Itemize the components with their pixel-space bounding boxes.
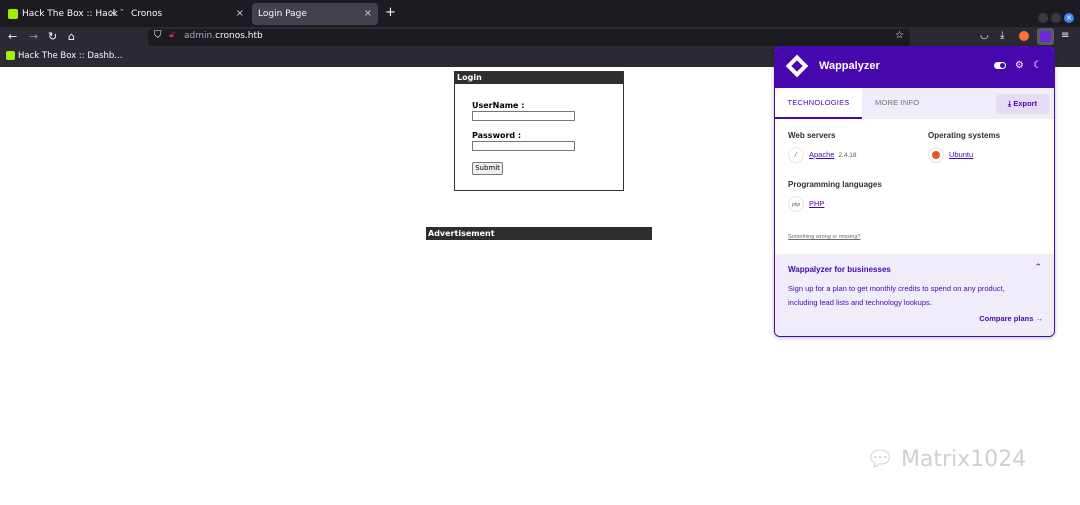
ubuntu-icon: [928, 147, 944, 163]
category-web-servers: Web servers: [788, 131, 836, 140]
close-tab-icon[interactable]: ×: [109, 3, 117, 25]
wappalyzer-logo-icon: [785, 54, 809, 78]
chevron-up-icon[interactable]: ⌃: [1034, 263, 1042, 273]
menu-icon[interactable]: ≡: [1061, 30, 1069, 41]
reload-icon[interactable]: ↻: [48, 30, 57, 43]
hackthebox-icon: [6, 51, 15, 60]
home-icon[interactable]: ⌂: [68, 30, 75, 43]
php-icon: php: [788, 196, 804, 212]
settings-gear-icon[interactable]: ⚙: [1015, 60, 1024, 71]
close-tab-icon[interactable]: ×: [236, 3, 244, 25]
wechat-icon: 💬︎: [866, 447, 901, 472]
tab-cronos[interactable]: Cronos ×: [125, 3, 250, 25]
apache-feather-icon: ⁄: [788, 147, 804, 163]
wappalyzer-popup: Wappalyzer ⚙ ☾ TECHNOLOGIES MORE INFO ⤓ …: [774, 46, 1055, 337]
wappalyzer-tabs: TECHNOLOGIES MORE INFO ⤓ Export: [775, 88, 1054, 119]
toggle-icon[interactable]: [993, 61, 1006, 69]
new-tab-button[interactable]: +: [385, 5, 396, 20]
watermark: 💬︎ Matrix1024: [866, 447, 1027, 472]
php-link[interactable]: PHP: [809, 199, 824, 208]
wappalyzer-extension-icon[interactable]: [1037, 28, 1054, 45]
business-title: Wappalyzer for businesses: [788, 265, 891, 274]
category-programming-languages: Programming languages: [788, 180, 882, 189]
username-label: UserName :: [472, 101, 525, 110]
login-form: Login UserName : Password : Submit: [454, 71, 624, 191]
compare-plans-link[interactable]: Compare plans →: [979, 314, 1043, 323]
tab-title: Login Page: [258, 9, 307, 19]
tab-title: Cronos: [131, 9, 163, 19]
pocket-icon[interactable]: ◡: [980, 30, 989, 41]
login-heading: Login: [455, 72, 623, 84]
theme-moon-icon[interactable]: ☾: [1033, 60, 1042, 71]
apache-version: 2.4.18: [838, 151, 857, 159]
back-icon[interactable]: ←: [8, 30, 17, 43]
password-input[interactable]: [472, 141, 575, 151]
arrow-right-icon: →: [1035, 314, 1044, 323]
tech-ubuntu: Ubuntu: [928, 147, 973, 163]
maximize-icon[interactable]: [1051, 12, 1061, 23]
apache-link[interactable]: Apache: [809, 150, 834, 159]
window-controls: ×: [1035, 7, 1074, 26]
username-input[interactable]: [472, 111, 575, 121]
tab-more-info[interactable]: MORE INFO: [875, 88, 919, 119]
forward-icon[interactable]: →: [29, 30, 38, 43]
ubuntu-link[interactable]: Ubuntu: [949, 150, 973, 159]
advertisement-bar: Advertisement: [426, 227, 652, 240]
something-missing-link[interactable]: Something wrong or missing?: [788, 234, 860, 240]
shield-icon[interactable]: ⛉: [154, 30, 162, 41]
wappalyzer-header: Wappalyzer ⚙ ☾: [775, 47, 1054, 88]
tab-hackthebox[interactable]: Hack The Box :: Hack The B ×: [2, 3, 123, 25]
wappalyzer-title: Wappalyzer: [819, 60, 880, 72]
close-window-icon[interactable]: ×: [1064, 12, 1074, 23]
password-label: Password :: [472, 131, 522, 140]
bookmark-star-icon[interactable]: ☆: [895, 30, 904, 41]
url-text[interactable]: admin.cronos.htb: [184, 31, 263, 41]
tech-php: php PHP: [788, 196, 824, 212]
hackthebox-icon: [8, 8, 18, 19]
navigation-bar: ← → ↻ ⌂ ⛉ 🔓︎ admin.cronos.htb ☆ ◡ ⤓ ≡: [0, 27, 1080, 48]
tab-login-page[interactable]: Login Page ×: [252, 3, 378, 25]
bookmark-hackthebox[interactable]: Hack The Box :: Dashb...: [6, 51, 122, 61]
submit-button[interactable]: Submit: [472, 162, 503, 175]
business-panel: Wappalyzer for businesses ⌃ Sign up for …: [775, 254, 1054, 336]
extension-icon[interactable]: [1019, 31, 1029, 41]
category-operating-systems: Operating systems: [928, 131, 1001, 140]
downloads-icon[interactable]: ⤓: [1000, 30, 1004, 41]
export-button[interactable]: ⤓ Export: [996, 94, 1049, 114]
tech-apache: ⁄ Apache 2.4.18: [788, 147, 857, 163]
close-tab-icon[interactable]: ×: [364, 3, 372, 25]
business-text: Sign up for a plan to get monthly credit…: [788, 284, 1005, 307]
url-bar[interactable]: ⛉ 🔓︎ admin.cronos.htb ☆: [148, 29, 910, 46]
minimize-icon[interactable]: [1038, 12, 1048, 23]
insecure-lock-icon[interactable]: 🔓︎: [169, 30, 175, 40]
tab-bar: Hack The Box :: Hack The B × Cronos × Lo…: [0, 0, 1080, 27]
tab-technologies[interactable]: TECHNOLOGIES: [775, 88, 862, 119]
